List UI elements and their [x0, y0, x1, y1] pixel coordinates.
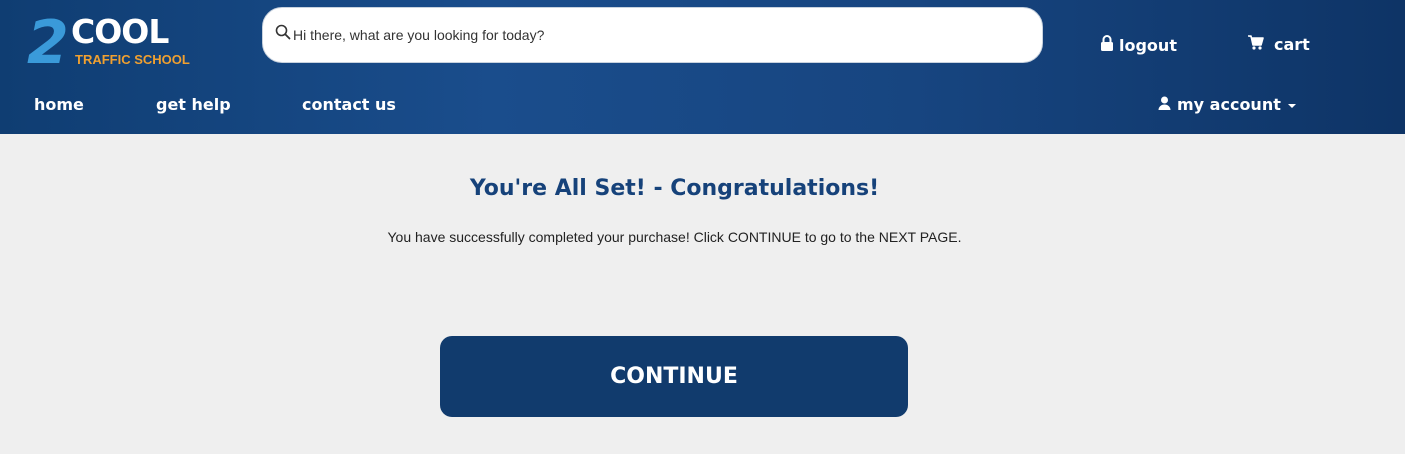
continue-button[interactable]: CONTINUE — [440, 336, 908, 417]
cart-link[interactable]: cart — [1248, 35, 1310, 54]
my-account-dropdown[interactable]: my account — [1158, 95, 1297, 114]
cart-icon — [1248, 35, 1264, 54]
logo[interactable]: 2 COOL TRAFFIC SCHOOL — [27, 8, 197, 78]
lock-icon — [1100, 35, 1114, 55]
site-header: 2 COOL TRAFFIC SCHOOL logout — [0, 0, 1405, 134]
search-icon — [275, 24, 291, 40]
search-bar[interactable] — [262, 7, 1043, 63]
logout-label: logout — [1119, 35, 1177, 55]
cart-label: cart — [1274, 35, 1310, 54]
nav-home[interactable]: home — [34, 95, 84, 114]
logo-tagline: TRAFFIC SCHOOL — [75, 52, 190, 67]
page-title: You're All Set! - Congratulations! — [469, 176, 880, 201]
chevron-down-icon — [1287, 95, 1297, 114]
success-message: You have successfully completed your pur… — [387, 229, 962, 245]
my-account-label: my account — [1177, 95, 1281, 114]
search-input[interactable] — [293, 8, 1013, 62]
logo-number: 2 — [27, 8, 69, 78]
nav-contact-us[interactable]: contact us — [302, 95, 396, 114]
nav-get-help[interactable]: get help — [156, 95, 231, 114]
logout-link[interactable]: logout — [1100, 35, 1177, 55]
logo-word: COOL — [71, 12, 169, 51]
user-icon — [1158, 95, 1171, 114]
